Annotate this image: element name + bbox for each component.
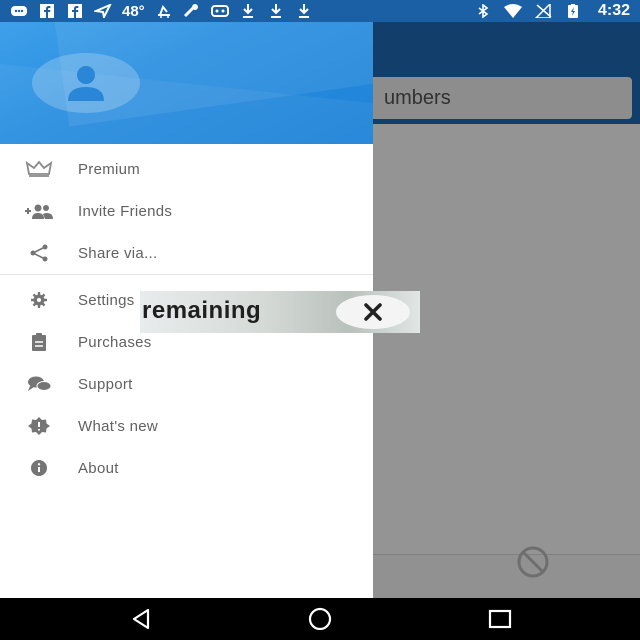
clock: 4:32 bbox=[597, 2, 630, 19]
menu-label: Invite Friends bbox=[78, 202, 173, 220]
person-icon bbox=[68, 66, 104, 101]
gear-icon bbox=[24, 291, 54, 309]
download-icon bbox=[239, 4, 257, 18]
no-signal-icon bbox=[534, 4, 552, 18]
wrench-icon bbox=[183, 4, 201, 18]
chat-icon bbox=[10, 4, 28, 18]
menu-label: What's new bbox=[78, 417, 159, 435]
menu-item-support[interactable]: Support bbox=[0, 363, 373, 405]
menu-label: Support bbox=[78, 375, 133, 393]
battery-charging-icon bbox=[564, 4, 582, 18]
download-icon bbox=[295, 4, 313, 18]
share-icon bbox=[24, 244, 54, 262]
avatar[interactable] bbox=[32, 53, 140, 113]
status-left-icons: 48° bbox=[10, 3, 474, 20]
menu-label: Premium bbox=[78, 160, 141, 178]
skate-icon bbox=[155, 4, 173, 18]
menu-item-about[interactable]: About bbox=[0, 447, 373, 489]
menu-item-invite-friends[interactable]: Invite Friends bbox=[0, 190, 373, 232]
home-icon[interactable] bbox=[307, 607, 333, 631]
download-icon bbox=[267, 4, 285, 18]
chat-bubbles-icon bbox=[24, 375, 54, 393]
menu-item-share-via[interactable]: Share via... bbox=[0, 232, 373, 274]
crown-icon bbox=[24, 160, 54, 178]
recents-icon[interactable] bbox=[487, 607, 513, 631]
ad-overlay[interactable]: remaining bbox=[140, 291, 420, 333]
menu-item-whats-new[interactable]: What's new bbox=[0, 405, 373, 447]
wifi-icon bbox=[503, 4, 522, 18]
new-badge-icon bbox=[24, 417, 54, 435]
menu-label: Share via... bbox=[78, 244, 158, 262]
close-button[interactable] bbox=[336, 295, 410, 329]
back-icon[interactable] bbox=[128, 607, 154, 631]
close-icon bbox=[364, 303, 382, 321]
drawer-header bbox=[0, 22, 373, 144]
temperature-text: 48° bbox=[122, 2, 145, 20]
menu-label: Purchases bbox=[78, 333, 152, 351]
clipboard-icon bbox=[24, 333, 54, 351]
menu-label: About bbox=[78, 459, 119, 477]
location-icon bbox=[94, 4, 112, 18]
menu-label: Settings bbox=[78, 291, 135, 309]
system-nav-bar bbox=[0, 598, 640, 640]
add-people-icon bbox=[24, 202, 54, 220]
status-right-icons: 4:32 bbox=[474, 2, 630, 20]
status-bar: 48° 4:32 bbox=[0, 0, 640, 22]
info-icon bbox=[24, 459, 54, 477]
facebook-icon bbox=[66, 4, 84, 18]
facebook-icon bbox=[38, 4, 56, 18]
bluetooth-icon bbox=[474, 4, 492, 18]
game-icon bbox=[210, 4, 229, 18]
drawer-menu: Premium Invite Friends Share via... bbox=[0, 144, 373, 274]
ad-text: remaining bbox=[142, 297, 262, 324]
menu-item-premium[interactable]: Premium bbox=[0, 148, 373, 190]
